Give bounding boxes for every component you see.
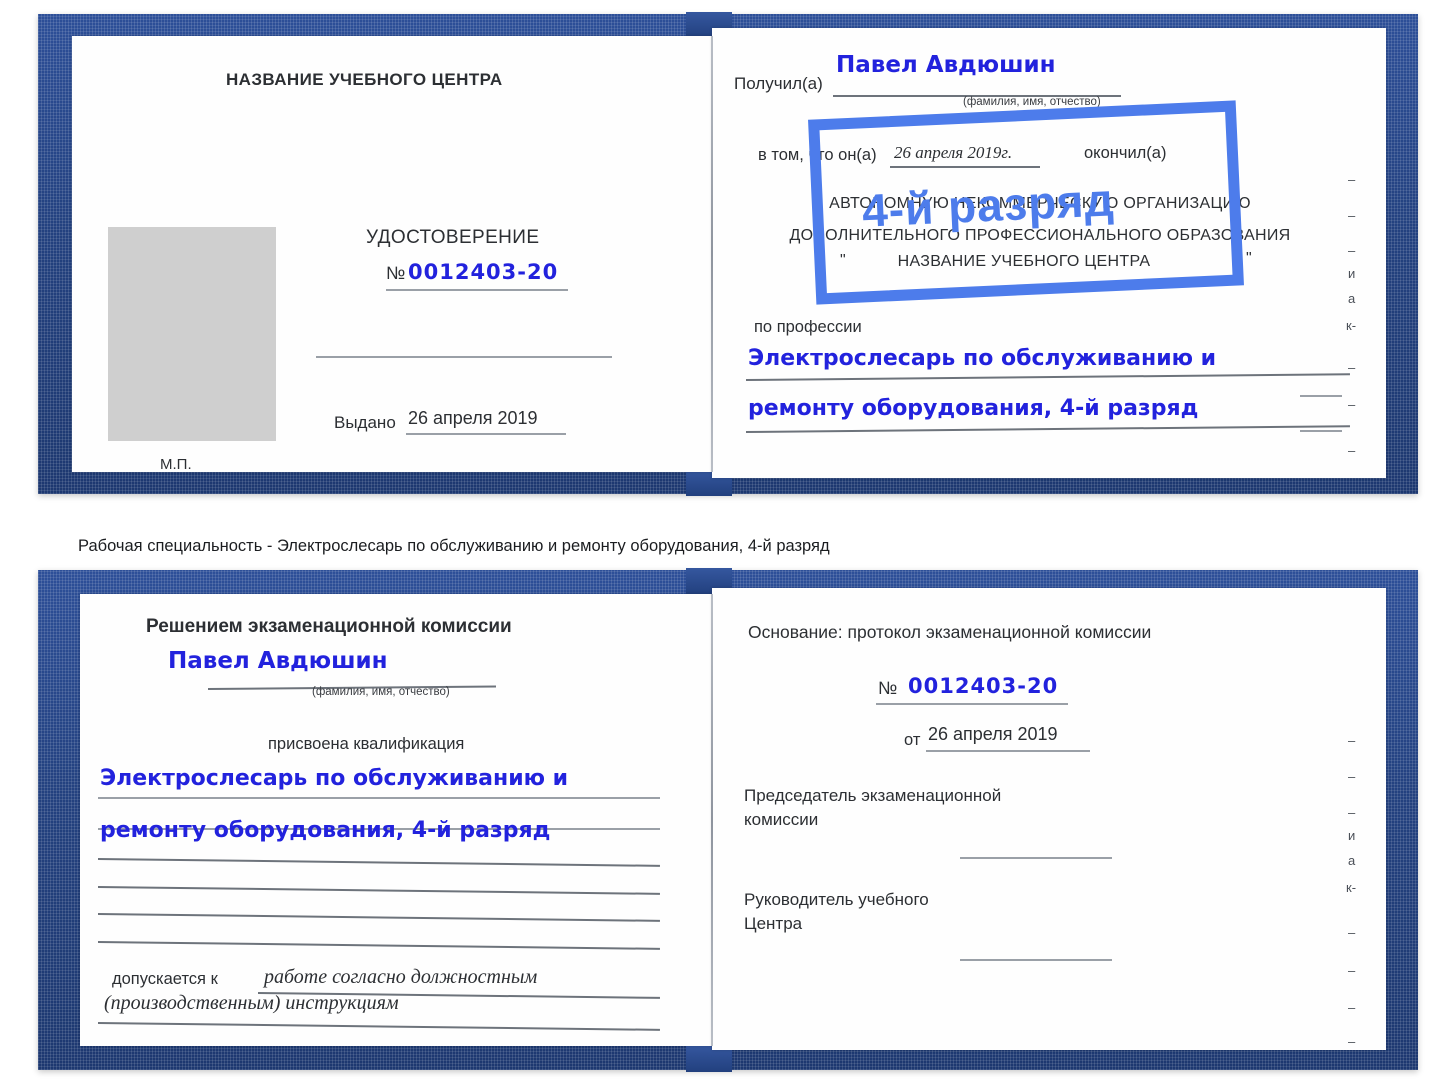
bottom-left-admitted-label: допускается к — [112, 970, 218, 988]
bottom-right-number-rule — [876, 703, 1068, 705]
top-right-received-value: Павел Авдюшин — [836, 52, 1056, 78]
edge-glyph-3: и — [1348, 266, 1356, 281]
bottom-left-name-value: Павел Авдюшин — [168, 648, 388, 674]
edge-glyph-b6: – — [1348, 925, 1356, 940]
top-left-number-value: 0012403-20 — [408, 260, 559, 284]
top-left-heading: НАЗВАНИЕ УЧЕБНОГО ЦЕНТРА — [226, 70, 503, 89]
top-left-seal-label: М.П. — [160, 456, 192, 473]
top-right-profession-line2: ремонту оборудования, 4-й разряд — [748, 396, 1199, 421]
bottom-right-date-rule — [926, 750, 1090, 752]
bottom-left-qualification-label: присвоена квалификация — [268, 735, 465, 753]
edge-glyph-b7: – — [1348, 963, 1356, 978]
top-left-issued-label: Выдано — [334, 413, 396, 432]
bottom-right-head-line1: Руководитель учебного — [744, 890, 929, 909]
bottom-right-chairman-line1: Председатель экзаменационной — [744, 786, 1002, 805]
edge-glyph-1: – — [1348, 208, 1356, 223]
bottom-right-date-label: от — [904, 731, 921, 749]
edge-glyph-0: – — [1348, 172, 1356, 187]
bottom-left-heading: Решением экзаменационной комиссии — [146, 616, 512, 637]
figure-caption: Рабочая специальность - Электрослесарь п… — [78, 537, 830, 555]
edge-glyph-b2: – — [1348, 805, 1356, 820]
top-left-doc-title: УДОСТОВЕРЕНИЕ — [366, 227, 540, 248]
top-left-blank-rule — [316, 356, 612, 358]
bottom-left-qualification-line2: ремонту оборудования, 4-й разряд — [100, 818, 551, 843]
edge-glyph-4: а — [1348, 291, 1356, 306]
edge-glyph-5: к- — [1346, 318, 1357, 333]
top-left-issued-value: 26 апреля 2019 — [408, 408, 538, 428]
bottom-left-qualification-line1: Электрослесарь по обслуживанию и — [100, 766, 569, 791]
top-right-profession-line1: Электрослесарь по обслуживанию и — [748, 346, 1217, 371]
top-left-number-label: № — [386, 263, 406, 283]
edge-glyph-b9: – — [1348, 1034, 1356, 1049]
bottom-right-chairman-line2: комиссии — [744, 810, 819, 829]
bottom-right-date-value: 26 апреля 2019 — [928, 724, 1058, 744]
top-right-profession-label: по профессии — [754, 318, 862, 336]
bottom-right-head-sign-rule — [960, 959, 1112, 961]
edge-glyph-6: – — [1348, 360, 1356, 375]
bottom-left-admitted-line2: (производственным) инструкциям — [104, 992, 399, 1014]
edge-glyph-b8: – — [1348, 1000, 1356, 1015]
edge-glyph-b3: и — [1348, 828, 1356, 843]
grade-stamp-text: 4-й разряд — [860, 173, 1116, 237]
edge-glyph-b4: а — [1348, 853, 1356, 868]
bottom-left-rule-1 — [98, 797, 660, 799]
top-left-issued-rule — [406, 433, 566, 435]
edge-glyph-b1: – — [1348, 769, 1356, 784]
bottom-right-basis-label: Основание: протокол экзаменационной коми… — [748, 622, 1152, 642]
bottom-right-chairman-sign-rule — [960, 857, 1112, 859]
bottom-right-number-value: 0012403-20 — [908, 674, 1059, 698]
top-right-fio-hint: (фамилия, имя, отчество) — [963, 96, 1101, 108]
edge-glyph-8: – — [1348, 443, 1356, 458]
bottom-right-head-line2: Центра — [744, 914, 803, 933]
top-left-number-rule — [386, 289, 568, 291]
edge-glyph-b0: – — [1348, 733, 1356, 748]
top-right-quote-close: " — [1246, 250, 1252, 267]
bottom-left-admitted-line1: работе согласно должностным — [264, 966, 538, 988]
top-right-received-label: Получил(а) — [734, 74, 823, 93]
edge-glyph-b5: к- — [1346, 880, 1357, 895]
edge-glyph-7: – — [1348, 397, 1356, 412]
edge-rule-1 — [1300, 395, 1342, 397]
bottom-right-number-label: № — [878, 678, 898, 698]
spine-line-top — [711, 36, 713, 472]
edge-glyph-2: – — [1348, 243, 1356, 258]
edge-rule-2 — [1300, 430, 1342, 432]
photo-placeholder — [108, 227, 276, 441]
spine-line-bottom — [711, 594, 713, 1046]
bottom-left-fio-hint: (фамилия, имя, отчество) — [312, 686, 450, 698]
